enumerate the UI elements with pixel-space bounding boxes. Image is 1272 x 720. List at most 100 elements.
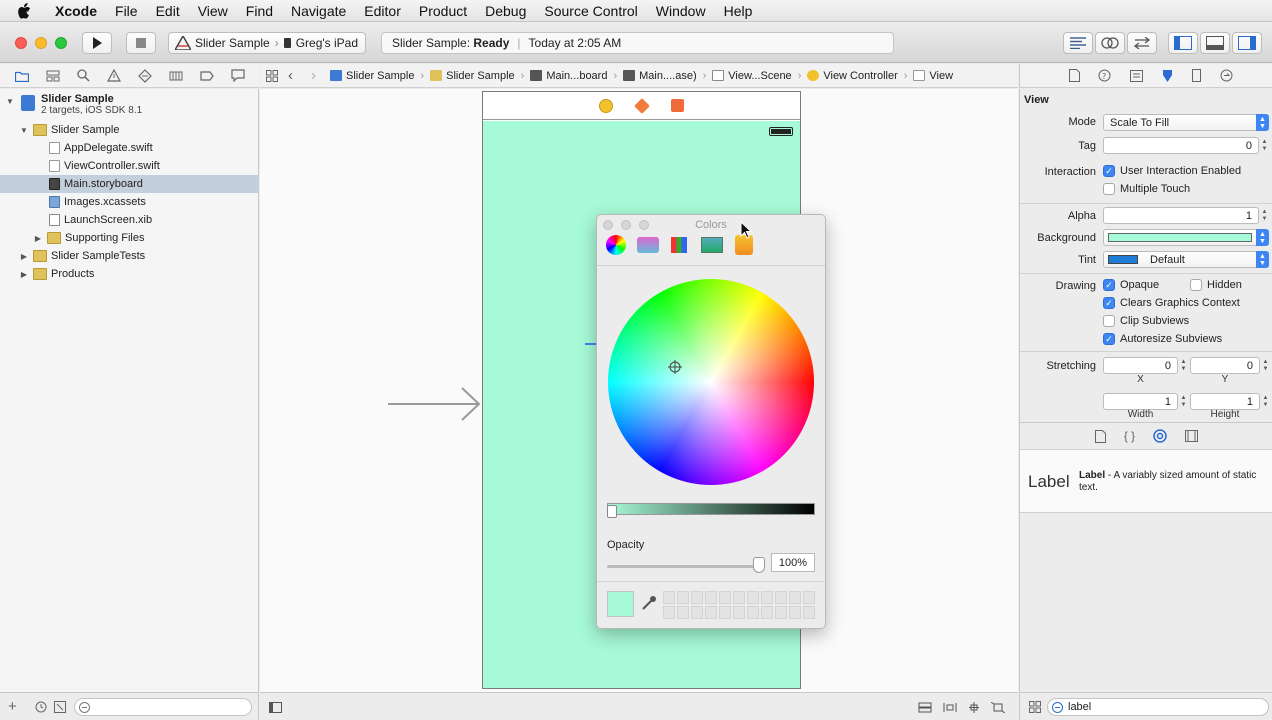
- color-swatch-grid[interactable]: [663, 591, 815, 619]
- minimize-window-button[interactable]: [35, 37, 47, 49]
- add-icon[interactable]: +: [8, 698, 17, 715]
- label-object-icon[interactable]: Label: [1028, 472, 1070, 492]
- menu-find[interactable]: Find: [237, 3, 282, 19]
- autoresize-subviews-checkbox[interactable]: ✓ Autoresize Subviews: [1103, 333, 1222, 345]
- folder-icon[interactable]: [14, 70, 29, 82]
- breadcrumb-scene[interactable]: View...Scene: [712, 70, 792, 82]
- menu-editor[interactable]: Editor: [355, 3, 410, 19]
- apple-icon[interactable]: [18, 2, 34, 19]
- close-window-button[interactable]: [15, 37, 27, 49]
- tree-row-group[interactable]: ▼ Slider Sample: [0, 121, 259, 139]
- object-library-icon[interactable]: [1153, 429, 1167, 443]
- color-picker-crosshair-icon[interactable]: [668, 360, 682, 374]
- code-snippet-library-icon[interactable]: { }: [1124, 429, 1135, 443]
- file-inspector-icon[interactable]: [1069, 69, 1081, 82]
- back-chevron-icon[interactable]: ‹: [288, 67, 293, 84]
- menu-help[interactable]: Help: [715, 3, 762, 19]
- tree-row-group[interactable]: ▶ Products: [0, 265, 259, 283]
- resolve-auto-layout-icon[interactable]: [991, 702, 1005, 713]
- stack-icon[interactable]: [918, 702, 932, 713]
- breakpoint-icon[interactable]: [199, 70, 214, 81]
- stop-button[interactable]: [126, 32, 156, 54]
- breadcrumb-group[interactable]: Slider Sample: [430, 70, 515, 82]
- related-items-grid-icon[interactable]: [266, 69, 278, 82]
- toggle-navigator-button[interactable]: [1168, 32, 1198, 54]
- user-interaction-checkbox[interactable]: ✓ User Interaction Enabled: [1103, 165, 1241, 177]
- disclosure-closed-icon[interactable]: ▶: [33, 234, 43, 243]
- pin-icon[interactable]: [967, 702, 981, 713]
- breadcrumb-storyboard-base[interactable]: Main....ase): [623, 70, 697, 82]
- first-responder-cube-icon[interactable]: [634, 97, 650, 114]
- menu-source-control[interactable]: Source Control: [535, 3, 646, 19]
- menu-product[interactable]: Product: [410, 3, 476, 19]
- assistant-editor-button[interactable]: [1095, 32, 1125, 54]
- tree-row-group[interactable]: ▶ Supporting Files: [0, 229, 259, 247]
- recent-clock-icon[interactable]: [35, 701, 47, 713]
- menu-xcode[interactable]: Xcode: [46, 3, 106, 19]
- stretch-height-stepper[interactable]: ▲ ▼: [1261, 393, 1270, 410]
- exit-icon[interactable]: [671, 99, 684, 112]
- symbol-hierarchy-icon[interactable]: [46, 70, 60, 82]
- grid-view-icon[interactable]: [1029, 701, 1041, 713]
- tree-row-file[interactable]: AppDelegate.swift: [0, 139, 259, 157]
- view-controller-icon[interactable]: [599, 98, 613, 113]
- disclosure-closed-icon[interactable]: ▶: [19, 270, 29, 279]
- menu-window[interactable]: Window: [647, 3, 715, 19]
- tree-row-file[interactable]: LaunchScreen.xib: [0, 211, 259, 229]
- tree-row-group[interactable]: ▶ Slider SampleTests: [0, 247, 259, 265]
- report-bubble-icon[interactable]: [230, 69, 245, 82]
- eyedropper-icon[interactable]: [641, 595, 657, 611]
- current-color-swatch[interactable]: [607, 591, 634, 617]
- breadcrumb-storyboard[interactable]: Main...board: [530, 70, 607, 82]
- forward-chevron-icon[interactable]: ›: [311, 67, 316, 84]
- menu-edit[interactable]: Edit: [147, 3, 189, 19]
- opacity-value-field[interactable]: 100%: [771, 553, 815, 572]
- tree-row-file[interactable]: Images.xcassets: [0, 193, 259, 211]
- stretch-width-stepper[interactable]: ▲ ▼: [1179, 393, 1188, 410]
- stretch-x-field[interactable]: 0: [1103, 357, 1178, 374]
- media-library-icon[interactable]: [1185, 430, 1199, 442]
- color-palettes-mode-icon[interactable]: [671, 237, 687, 253]
- clip-subviews-checkbox[interactable]: Clip Subviews: [1103, 315, 1189, 327]
- stretch-y-stepper[interactable]: ▲ ▼: [1261, 357, 1270, 374]
- document-outline-toggle-icon[interactable]: [269, 702, 282, 713]
- breadcrumb-view-controller[interactable]: View Controller: [807, 70, 898, 82]
- version-editor-button[interactable]: [1127, 32, 1157, 54]
- menu-navigate[interactable]: Navigate: [282, 3, 355, 19]
- brightness-slider-thumb[interactable]: [607, 505, 617, 518]
- scheme-selector[interactable]: Slider Sample › Greg's iPad: [168, 32, 366, 54]
- color-wheel-mode-icon[interactable]: [606, 235, 626, 255]
- tree-row-project[interactable]: ▼ Slider Sample 2 targets, iOS SDK 8.1: [0, 91, 259, 121]
- align-icon[interactable]: [943, 702, 957, 713]
- alpha-field[interactable]: 1: [1103, 207, 1259, 224]
- tree-row-file[interactable]: ViewController.swift: [0, 157, 259, 175]
- zoom-window-button[interactable]: [55, 37, 67, 49]
- stretch-width-field[interactable]: 1: [1103, 393, 1178, 410]
- image-palettes-mode-icon[interactable]: [701, 237, 723, 253]
- navigator-filter-field[interactable]: [74, 698, 252, 716]
- menu-file[interactable]: File: [106, 3, 147, 19]
- disclosure-open-icon[interactable]: ▼: [5, 97, 15, 106]
- library-search-field[interactable]: label: [1047, 698, 1269, 716]
- clears-graphics-checkbox[interactable]: ✓ Clears Graphics Context: [1103, 297, 1240, 309]
- attributes-inspector-icon[interactable]: [1161, 69, 1174, 83]
- mode-popup[interactable]: Scale To Fill ▲ ▼: [1103, 114, 1269, 131]
- stretch-x-stepper[interactable]: ▲ ▼: [1179, 357, 1188, 374]
- breadcrumb-project[interactable]: Slider Sample: [330, 70, 414, 82]
- color-sliders-mode-icon[interactable]: [637, 237, 659, 253]
- menu-debug[interactable]: Debug: [476, 3, 535, 19]
- multiple-touch-checkbox[interactable]: Multiple Touch: [1103, 183, 1190, 195]
- tint-popup[interactable]: Default ▲ ▼: [1103, 251, 1269, 268]
- opaque-checkbox[interactable]: ✓ Opaque: [1103, 279, 1159, 291]
- toggle-utilities-button[interactable]: [1232, 32, 1262, 54]
- background-color-well[interactable]: ▲ ▼: [1103, 229, 1269, 246]
- warning-icon[interactable]: [106, 69, 121, 82]
- quick-help-icon[interactable]: ?: [1098, 69, 1111, 82]
- hidden-checkbox[interactable]: Hidden: [1190, 279, 1242, 291]
- stretch-y-field[interactable]: 0: [1190, 357, 1260, 374]
- alpha-stepper[interactable]: ▲ ▼: [1260, 207, 1269, 224]
- search-icon[interactable]: [76, 69, 90, 82]
- run-button[interactable]: [82, 32, 112, 54]
- debug-gauge-icon[interactable]: [169, 70, 183, 82]
- menu-view[interactable]: View: [189, 3, 237, 19]
